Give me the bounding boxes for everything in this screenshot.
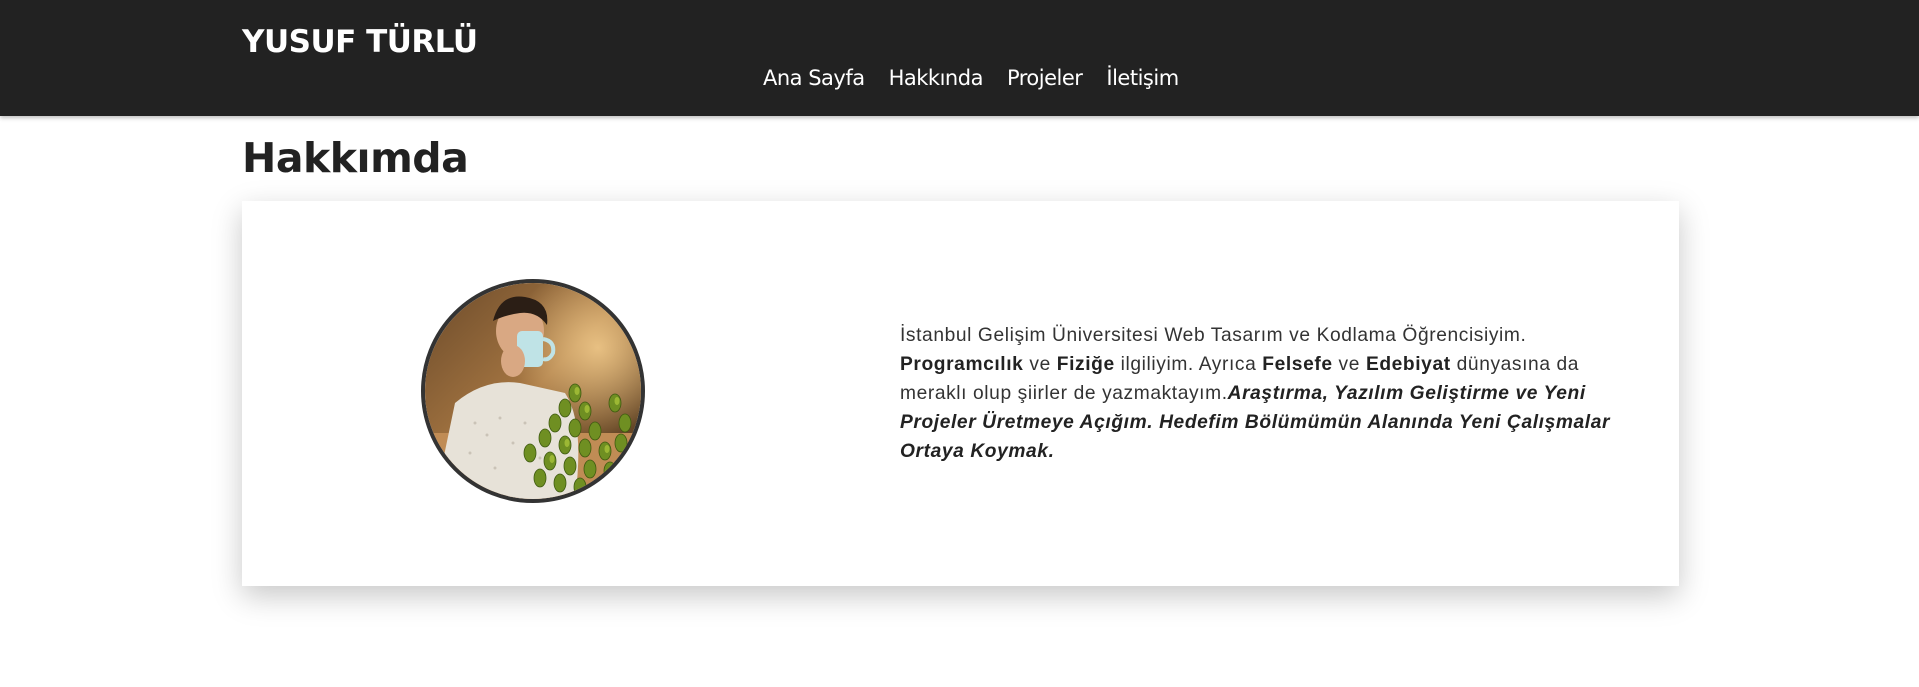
- bio-keyword-philosophy: Felsefe: [1262, 354, 1333, 375]
- bio-text: ve: [1023, 354, 1057, 375]
- bio-keyword-programming: Programcılık: [900, 354, 1024, 375]
- page-title: Hakkımda: [242, 134, 469, 182]
- about-bio: İstanbul Gelişim Üniversitesi Web Tasarı…: [900, 321, 1630, 466]
- site-logo[interactable]: YUSUF TÜRLÜ: [242, 24, 478, 60]
- site-header: YUSUF TÜRLÜ Ana Sayfa Hakkında Projeler …: [0, 0, 1919, 116]
- bio-keyword-literature: Edebiyat: [1365, 354, 1451, 375]
- profile-avatar: [421, 279, 645, 503]
- nav-link-home[interactable]: Ana Sayfa: [763, 66, 865, 90]
- nav-link-contact[interactable]: İletişim: [1106, 66, 1179, 90]
- bio-text: ve: [1332, 354, 1366, 375]
- nav-link-projects[interactable]: Projeler: [1007, 66, 1083, 90]
- profile-photo-illustration: [425, 283, 641, 499]
- main-nav: Ana Sayfa Hakkında Projeler İletişim: [763, 66, 1179, 90]
- bio-keyword-physics: Fiziğe: [1056, 354, 1115, 375]
- nav-link-about[interactable]: Hakkında: [889, 66, 984, 90]
- bio-text: ilgiliyim. Ayrıca: [1114, 354, 1263, 375]
- about-card: İstanbul Gelişim Üniversitesi Web Tasarı…: [242, 201, 1679, 586]
- bio-intro: İstanbul Gelişim Üniversitesi Web Tasarı…: [900, 325, 1527, 346]
